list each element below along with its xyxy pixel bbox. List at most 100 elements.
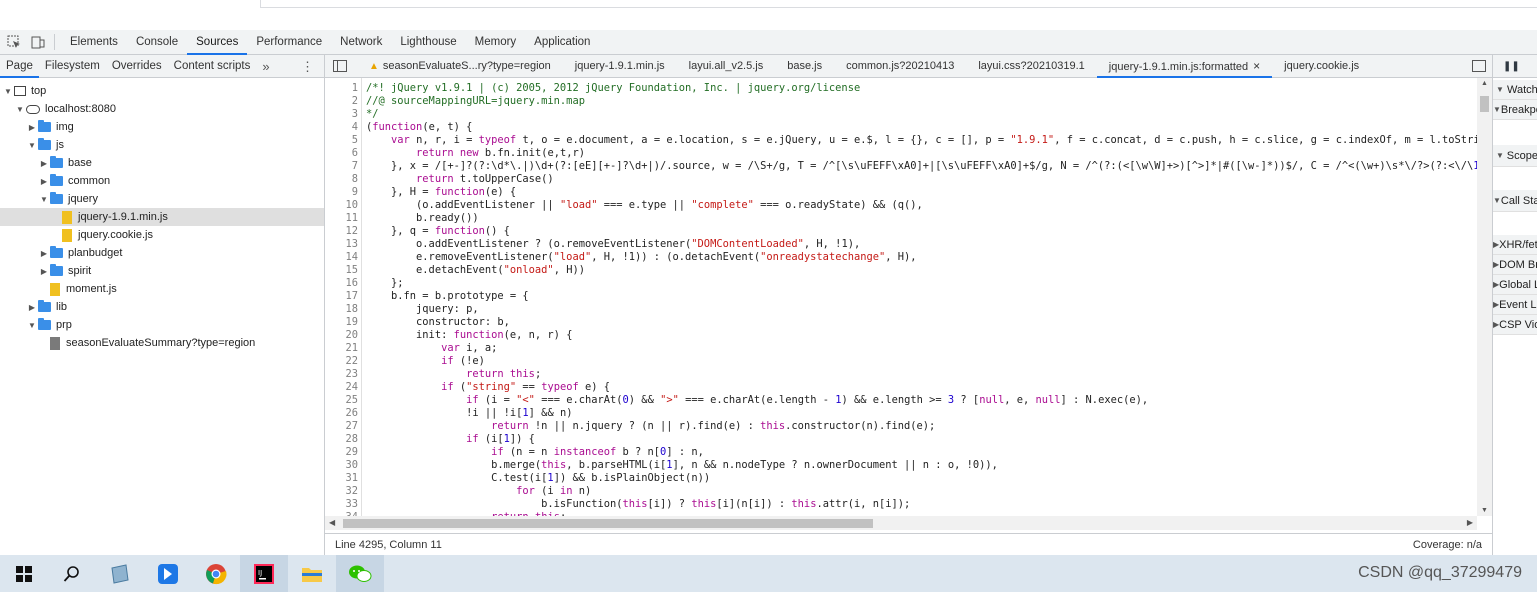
windows-start-icon[interactable]	[0, 555, 48, 592]
horizontal-scroll-thumb[interactable]	[343, 519, 873, 528]
expand-right-icon[interactable]: ▶	[38, 249, 50, 258]
collapse-down-icon[interactable]: ▼	[1493, 105, 1501, 114]
expand-down-icon[interactable]: ▼	[26, 141, 38, 150]
code-line[interactable]: 18 jquery: p,	[325, 303, 1477, 316]
search-icon[interactable]	[48, 555, 96, 592]
code-line[interactable]: 9 }, H = function(e) {	[325, 186, 1477, 199]
code-line[interactable]: 31 C.test(i[1]) && b.isPlainObject(n))	[325, 472, 1477, 485]
tree-item[interactable]: jquery.cookie.js	[0, 226, 324, 244]
code-line[interactable]: 10 (o.addEventListener || "load" === e.t…	[325, 199, 1477, 212]
debugger-section-2[interactable]: ▼ Scope	[1493, 145, 1537, 167]
tab-sources[interactable]: Sources	[187, 30, 248, 55]
navigator-tab-overrides[interactable]: Overrides	[106, 55, 168, 78]
expand-right-icon[interactable]: ▶	[38, 159, 50, 168]
code-line[interactable]: 17 b.fn = b.prototype = {	[325, 290, 1477, 303]
tree-item[interactable]: ▶ planbudget	[0, 244, 324, 262]
debugger-section-1[interactable]: ▼Breakpoints	[1493, 100, 1537, 120]
tree-item[interactable]: ▶ img	[0, 118, 324, 136]
expand-right-icon[interactable]: ▶	[26, 123, 38, 132]
editor-tab[interactable]: ▲ seasonEvaluateS...ry?type=region	[357, 55, 563, 78]
tab-network[interactable]: Network	[331, 30, 391, 55]
navigator-tab-filesystem[interactable]: Filesystem	[39, 55, 106, 78]
device-toolbar-icon[interactable]	[28, 32, 48, 52]
expand-down-icon[interactable]: ▼	[2, 87, 14, 96]
tab-performance[interactable]: Performance	[247, 30, 331, 55]
collapse-down-icon[interactable]: ▼	[1493, 151, 1507, 160]
vertical-scroll-thumb[interactable]	[1480, 96, 1489, 112]
code-area[interactable]: 1 /*! jQuery v1.9.1 | (c) 2005, 2012 jQue…	[325, 78, 1477, 516]
collapse-down-icon[interactable]: ▼	[1493, 85, 1507, 94]
tree-item[interactable]: ▶ base	[0, 154, 324, 172]
tablet-app-icon[interactable]	[96, 555, 144, 592]
code-line[interactable]: 21 var i, a;	[325, 342, 1477, 355]
expand-right-icon[interactable]: ▶	[38, 267, 50, 276]
pin-app-icon[interactable]	[144, 555, 192, 592]
code-line[interactable]: 23 return this;	[325, 368, 1477, 381]
editor-tab[interactable]: layui.css?20210319.1	[966, 55, 1096, 78]
expand-right-icon[interactable]: ▶	[26, 303, 38, 312]
editor-tab[interactable]: jquery-1.9.1.min.js	[563, 55, 677, 78]
inspect-element-icon[interactable]	[4, 32, 24, 52]
code-line[interactable]: 7 }, x = /[+-]?(?:\d*\.|)\d+(?:[eE][+-]?…	[325, 160, 1477, 173]
tab-memory[interactable]: Memory	[466, 30, 526, 55]
code-line[interactable]: 8 return t.toUpperCase()	[325, 173, 1477, 186]
code-line[interactable]: 12 }, q = function() {	[325, 225, 1477, 238]
debugger-section-5[interactable]: ▶DOM Breakpoints	[1493, 255, 1537, 275]
intellij-icon[interactable]: IJ	[240, 555, 288, 592]
tree-item[interactable]: ▶ lib	[0, 298, 324, 316]
navigator-tab-content-scripts[interactable]: Content scripts	[168, 55, 257, 78]
collapse-down-icon[interactable]: ▼	[1493, 196, 1501, 205]
toggle-navigator-icon[interactable]	[333, 60, 347, 72]
code-line[interactable]: 14 e.removeEventListener("load", H, !1))…	[325, 251, 1477, 264]
wechat-icon[interactable]	[336, 555, 384, 592]
pause-icon[interactable]: ❚❚	[1503, 61, 1520, 72]
tree-item[interactable]: jquery-1.9.1.min.js	[0, 208, 324, 226]
code-line[interactable]: 26 !i || !i[1] && n)	[325, 407, 1477, 420]
horizontal-scrollbar[interactable]: ◀ ▶	[325, 516, 1477, 530]
more-tabs-icon[interactable]: »	[256, 59, 275, 74]
code-line[interactable]: 32 for (i in n)	[325, 485, 1477, 498]
code-line[interactable]: 2 //@ sourceMappingURL=jquery.min.map	[325, 95, 1477, 108]
debugger-section-0[interactable]: ▼ Watch	[1493, 80, 1537, 100]
tab-elements[interactable]: Elements	[61, 30, 127, 55]
code-line[interactable]: 4 (function(e, t) {	[325, 121, 1477, 134]
editor-tab[interactable]: jquery.cookie.js	[1272, 55, 1371, 78]
scroll-down-icon[interactable]: ▼	[1481, 507, 1488, 514]
expand-down-icon[interactable]: ▼	[14, 105, 26, 114]
tab-lighthouse[interactable]: Lighthouse	[391, 30, 465, 55]
tree-item[interactable]: ▶ common	[0, 172, 324, 190]
code-line[interactable]: 15 e.detachEvent("onload", H))	[325, 264, 1477, 277]
code-line[interactable]: 33 b.isFunction(this[i]) ? this[i](n[i])…	[325, 498, 1477, 511]
scroll-left-icon[interactable]: ◀	[329, 518, 335, 527]
code-line[interactable]: 16 };	[325, 277, 1477, 290]
code-line[interactable]: 11 b.ready())	[325, 212, 1477, 225]
navigator-menu-icon[interactable]: ⋮	[301, 59, 314, 75]
code-line[interactable]: 22 if (!e)	[325, 355, 1477, 368]
code-line[interactable]: 30 b.merge(this, b.parseHTML(i[1], n && …	[325, 459, 1477, 472]
coverage-status[interactable]: Coverage: n/a	[1413, 539, 1482, 551]
scroll-up-icon[interactable]: ▲	[1481, 80, 1488, 87]
code-line[interactable]: 19 constructor: b,	[325, 316, 1477, 329]
cursor-position[interactable]: Line 4295, Column 11	[335, 539, 442, 551]
navigator-tab-page[interactable]: Page	[0, 55, 39, 78]
code-line[interactable]: 29 if (n = n instanceof b ? n[0] : n,	[325, 446, 1477, 459]
tree-item[interactable]: seasonEvaluateSummary?type=region	[0, 334, 324, 352]
editor-tab[interactable]: base.js	[775, 55, 834, 78]
tree-item[interactable]: moment.js	[0, 280, 324, 298]
expand-down-icon[interactable]: ▼	[26, 321, 38, 330]
expand-down-icon[interactable]: ▼	[38, 195, 50, 204]
debugger-section-7[interactable]: ▶Event Listener Breakpoints	[1493, 295, 1537, 315]
code-line[interactable]: 6 return new b.fn.init(e,t,r)	[325, 147, 1477, 160]
editor-tab[interactable]: jquery-1.9.1.min.js:formatted ×	[1096, 55, 1273, 78]
tree-item[interactable]: ▼ localhost:8080	[0, 100, 324, 118]
code-line[interactable]: 27 return !n || n.jquery ? (n || r).find…	[325, 420, 1477, 433]
code-line[interactable]: 25 if (i = "<" === e.charAt(0) && ">" ==…	[325, 394, 1477, 407]
tree-item[interactable]: ▼ jquery	[0, 190, 324, 208]
toggle-debugger-icon[interactable]	[1472, 60, 1486, 72]
code-line[interactable]: 5 var n, r, i = typeof t, o = e.document…	[325, 134, 1477, 147]
tree-item[interactable]: ▼ js	[0, 136, 324, 154]
debugger-section-3[interactable]: ▼Call Stack	[1493, 190, 1537, 212]
code-line[interactable]: 13 o.addEventListener ? (o.removeEventLi…	[325, 238, 1477, 251]
debugger-section-6[interactable]: ▶Global Listeners	[1493, 275, 1537, 295]
expand-right-icon[interactable]: ▶	[38, 177, 50, 186]
